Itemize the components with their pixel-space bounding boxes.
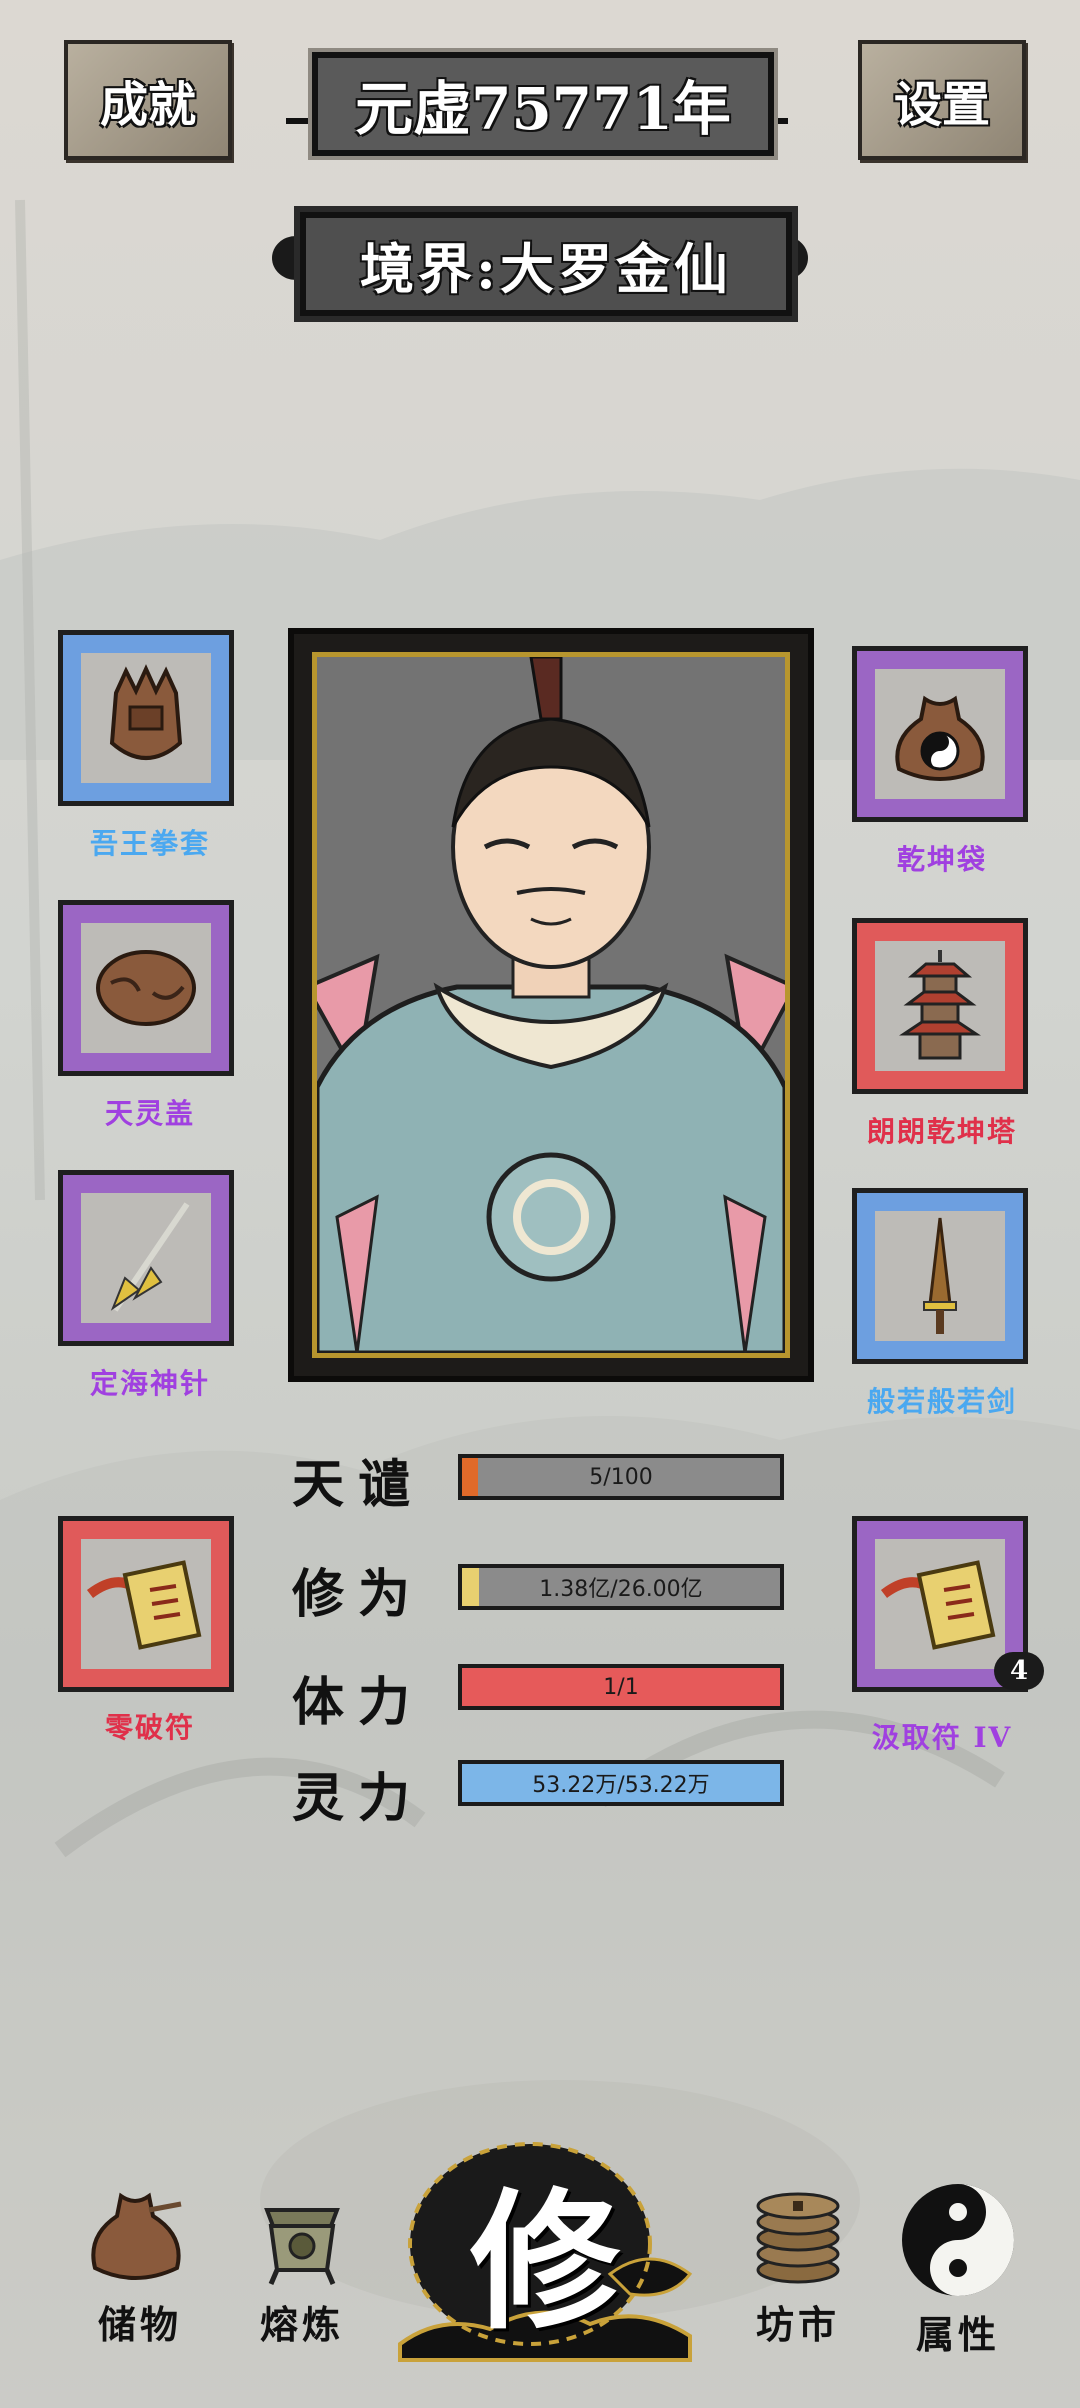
bag-icon — [91, 2192, 182, 2280]
equipment-slot-skull-cap[interactable] — [58, 900, 234, 1076]
equipment-slot-talisman-left[interactable] — [58, 1516, 234, 1692]
equipment-slot-needle[interactable] — [58, 1170, 234, 1346]
settings-button[interactable]: 设置 — [858, 40, 1026, 160]
stat-value: 5/100 — [589, 1464, 653, 1490]
cauldron-icon — [264, 2208, 340, 2285]
stat-bar-stamina: 1/1 — [458, 1664, 784, 1710]
stat-bar-spirit: 53.22万/53.22万 — [458, 1760, 784, 1806]
stat-label-spirit: 灵力 — [292, 1768, 425, 1829]
talisman-icon — [86, 1560, 202, 1650]
stat-value: 1.38亿/26.00亿 — [539, 1577, 703, 1602]
pagoda-icon — [899, 950, 981, 1060]
nav-storage-label: 储物 — [97, 2302, 182, 2347]
equipment-slot-pagoda[interactable] — [852, 918, 1028, 1094]
talisman-icon — [880, 1560, 996, 1650]
yin-yang-icon — [902, 2184, 1014, 2296]
equipment-name-bag: 乾坤袋 — [896, 843, 987, 876]
equipment-name-talisman-left: 零破符 — [104, 1711, 195, 1744]
bag-icon — [895, 695, 985, 781]
nav-market[interactable]: 坊市 — [728, 2180, 868, 2349]
equipment-slot-gauntlet[interactable] — [58, 630, 234, 806]
stat-label-stamina: 体力 — [292, 1672, 425, 1733]
equipment-slot-bag[interactable] — [852, 646, 1028, 822]
equipment-name-gauntlet: 吾王拳套 — [89, 827, 210, 860]
needle-icon — [110, 1202, 190, 1312]
equipment-name-needle: 定海神针 — [89, 1367, 210, 1400]
nav-market-label: 坊市 — [755, 2302, 840, 2347]
cultivate-button[interactable]: 修 — [380, 2124, 710, 2374]
realm-display: 境界:大罗金仙 — [300, 212, 792, 316]
equipment-slot-sword[interactable] — [852, 1188, 1028, 1364]
stat-value: 53.22万/53.22万 — [532, 1773, 710, 1798]
equipment-name-skull-cap: 天灵盖 — [104, 1097, 195, 1130]
equipment-name-pagoda: 朗朗乾坤塔 — [866, 1115, 1017, 1148]
item-count-badge: 4 — [994, 1652, 1044, 1690]
stat-label-punishment: 天谴 — [292, 1454, 425, 1515]
cultivate-label: 修 — [469, 2173, 620, 2350]
sword-icon — [923, 1217, 957, 1334]
nav-forge[interactable]: 熔炼 — [232, 2180, 372, 2349]
stat-value: 1/1 — [603, 1674, 639, 1700]
stat-bar-cultivation: 1.38亿/26.00亿 — [458, 1564, 784, 1610]
nav-attributes-label: 属性 — [915, 2312, 1000, 2357]
equipment-name-sword: 般若般若剑 — [866, 1385, 1017, 1418]
equipment-name-talisman-right: 汲取符 IV — [871, 1721, 1013, 1754]
achievements-button[interactable]: 成就 — [64, 40, 232, 160]
skull-cap-icon — [96, 950, 196, 1026]
stat-label-cultivation: 修为 — [292, 1564, 425, 1625]
nav-attributes[interactable]: 属性 — [888, 2180, 1028, 2359]
character-portrait-frame — [288, 628, 814, 1382]
character-portrait — [312, 652, 790, 1358]
nav-forge-label: 熔炼 — [259, 2302, 344, 2347]
gauntlet-icon — [109, 664, 183, 760]
coins-icon — [756, 2192, 840, 2284]
nav-storage[interactable]: 储物 — [70, 2180, 210, 2349]
year-display: 元虚75771年 — [312, 52, 774, 156]
stat-bar-punishment: 5/100 — [458, 1454, 784, 1500]
